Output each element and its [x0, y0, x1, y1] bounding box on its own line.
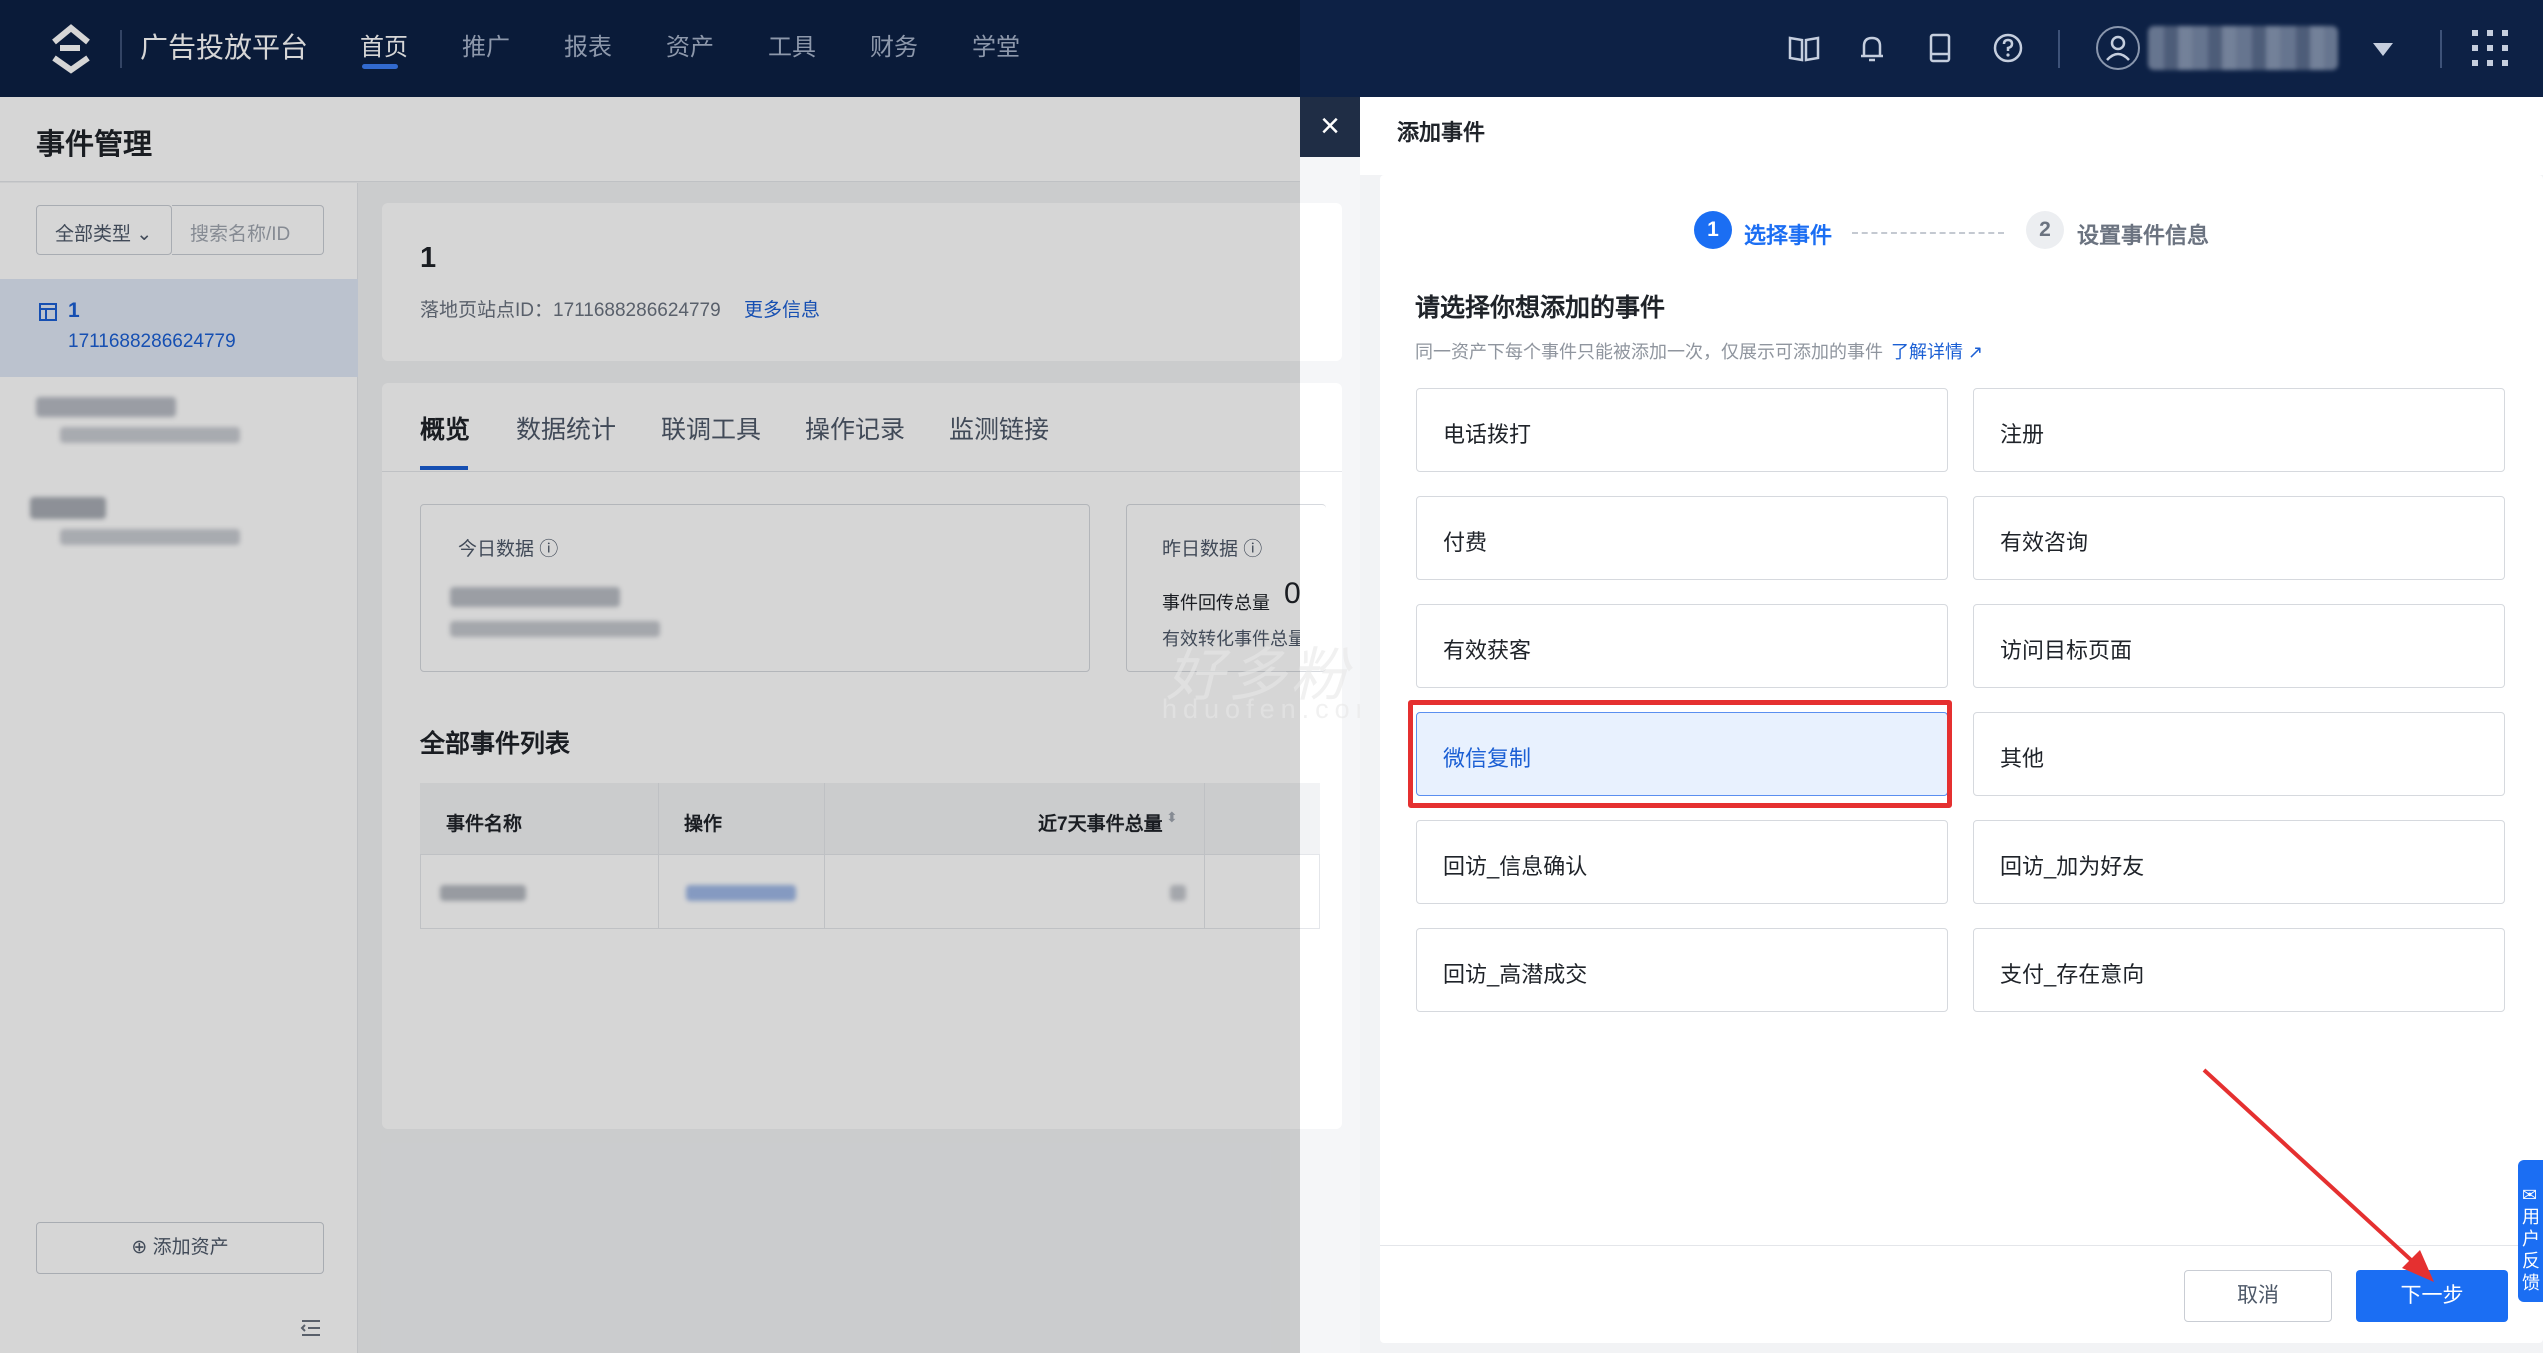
close-drawer-button[interactable]: × [1300, 97, 1360, 157]
event-option-revisit-add-friend[interactable]: 回访_加为好友 [1973, 820, 2505, 904]
learn-more-link[interactable]: 了解详情 ↗ [1891, 338, 1983, 364]
feedback-label: 用户反馈 [2522, 1207, 2540, 1293]
watermark-url: hduofen.com [1162, 694, 1385, 724]
event-option-valid-lead[interactable]: 有效获客 [1416, 604, 1948, 688]
tablet-icon[interactable] [1922, 30, 1958, 66]
book-icon[interactable] [1786, 30, 1822, 66]
drawer-header [1360, 97, 2543, 175]
selection-highlight-box [1408, 700, 1952, 808]
drawer-title: 添加事件 [1397, 120, 1486, 145]
apps-grid-icon[interactable] [2468, 26, 2512, 70]
account-name-redacted[interactable] [2148, 26, 2338, 70]
toolbar-divider [2058, 30, 2060, 68]
annotation-arrow [2202, 1068, 2434, 1282]
step-connector [1852, 232, 2004, 234]
help-icon[interactable] [1990, 30, 2026, 66]
toolbar-divider [2440, 30, 2442, 68]
user-avatar[interactable] [2096, 26, 2140, 70]
event-option-revisit-info-confirm[interactable]: 回访_信息确认 [1416, 820, 1948, 904]
event-option-revisit-high-potential[interactable]: 回访_高潜成交 [1416, 928, 1948, 1012]
bell-icon[interactable] [1854, 30, 1890, 66]
feedback-tab[interactable]: ✉ 用户反馈 [2518, 1160, 2543, 1302]
event-option-payment-intent[interactable]: 支付_存在意向 [1973, 928, 2505, 1012]
external-link-icon: ↗ [1968, 342, 1984, 362]
event-option-payment[interactable]: 付费 [1416, 496, 1948, 580]
event-option-register[interactable]: 注册 [1973, 388, 2505, 472]
select-event-hint: 同一资产下每个事件只能被添加一次，仅展示可添加的事件 [1415, 342, 1883, 362]
step-2-number: 2 [2026, 211, 2064, 249]
learn-more-label: 了解详情 [1891, 342, 1963, 362]
event-option-visit-target-page[interactable]: 访问目标页面 [1973, 604, 2505, 688]
close-icon: × [1320, 107, 1340, 145]
event-option-phone-call[interactable]: 电话拨打 [1416, 388, 1948, 472]
event-option-valid-consult[interactable]: 有效咨询 [1973, 496, 2505, 580]
step-1-label: 选择事件 [1744, 223, 1833, 248]
modal-overlay[interactable] [0, 0, 1300, 1353]
chevron-down-icon[interactable] [2370, 38, 2396, 60]
step-1-number: 1 [1694, 211, 1732, 249]
user-icon [2106, 35, 2130, 61]
mail-icon: ✉ [2522, 1185, 2538, 1205]
event-option-other[interactable]: 其他 [1973, 712, 2505, 796]
step-2-label: 设置事件信息 [2077, 223, 2210, 248]
select-event-heading: 请选择你想添加的事件 [1415, 294, 1666, 322]
